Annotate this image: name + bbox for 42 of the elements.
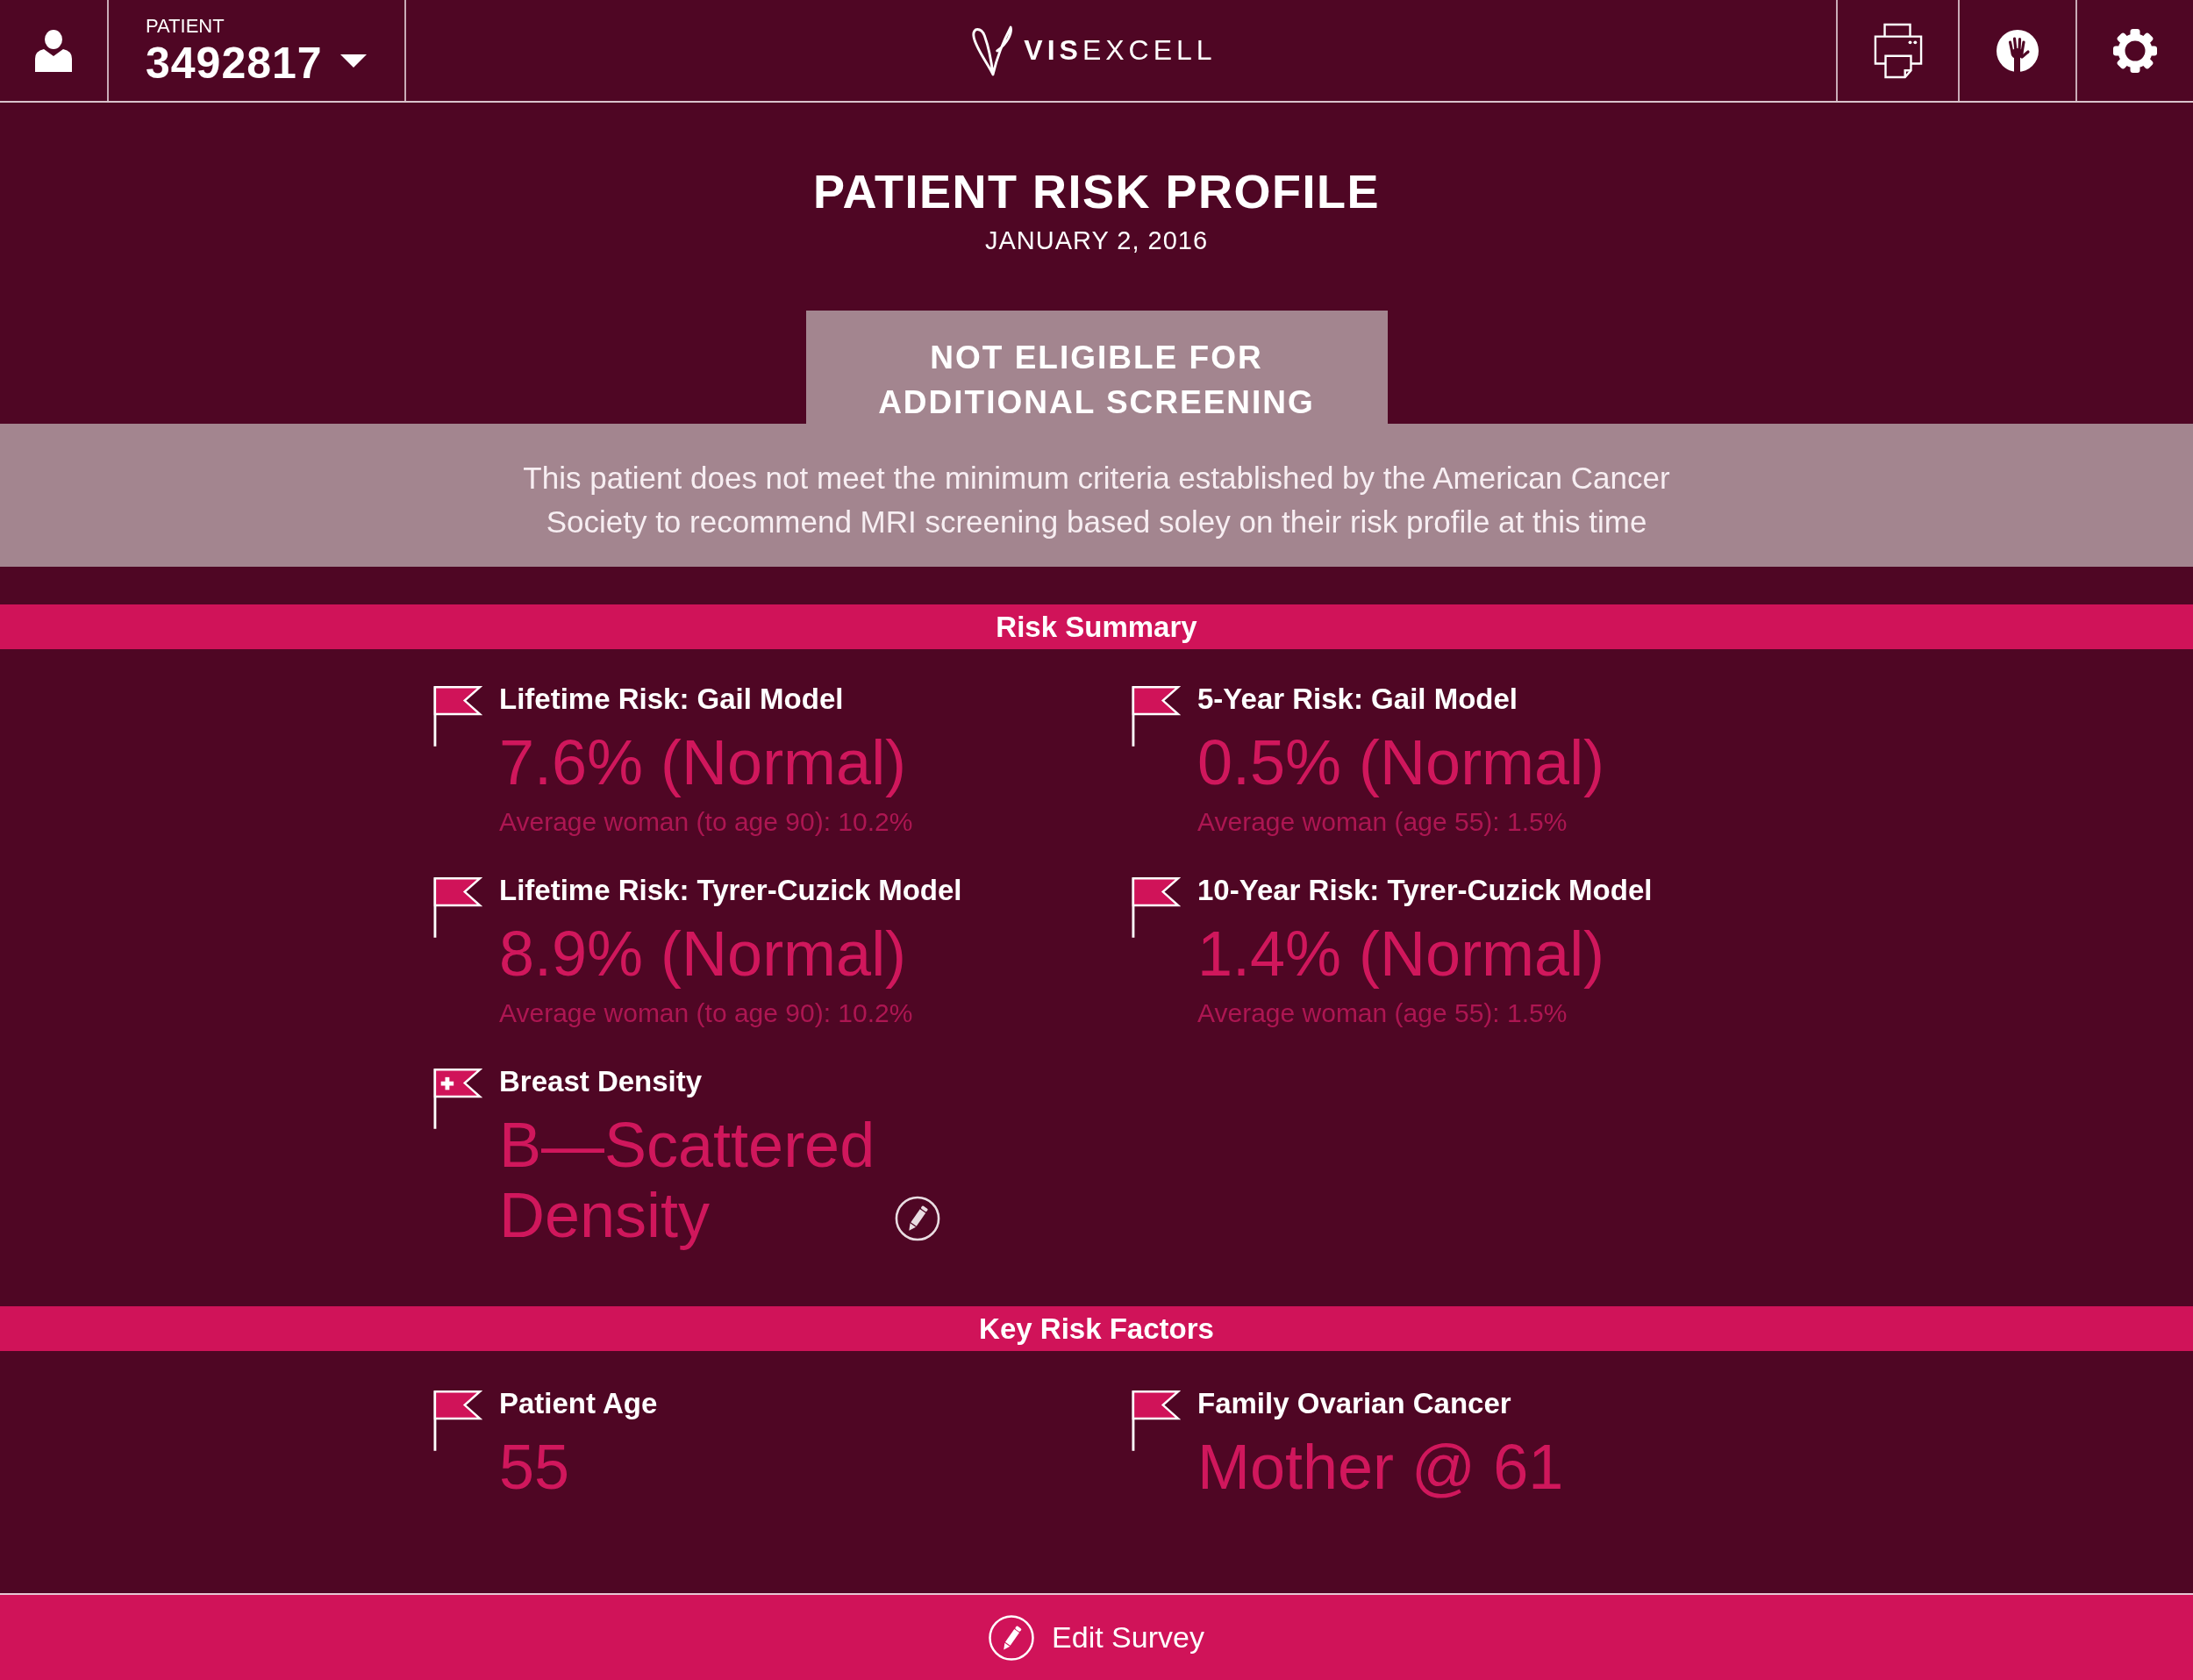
flag-icon xyxy=(1132,685,1181,747)
flag-icon xyxy=(1132,1390,1181,1451)
risk-value: Mother @ 61 xyxy=(1197,1432,1564,1502)
risk-value: 8.9% (Normal) xyxy=(499,919,907,989)
flag-icon xyxy=(1132,876,1181,938)
logo-wordmark: VISEXCELL xyxy=(1024,34,1217,67)
patient-selector[interactable]: PATIENT 3492817 xyxy=(109,0,406,101)
report-date: JANUARY 2, 2016 xyxy=(983,225,1210,256)
risk-label: 10-Year Risk: Tyrer-Cuzick Model xyxy=(1197,873,1654,908)
v-logo-icon xyxy=(971,24,1014,77)
raised-hand-icon xyxy=(1996,28,2039,73)
risk-value: 7.6% (Normal) xyxy=(499,727,907,797)
eligibility-status: NOT ELIGIBLE FOR ADDITIONAL SCREENING xyxy=(805,311,1388,424)
section-heading: Risk Summary xyxy=(0,604,2193,649)
section-heading: Key Risk Factors xyxy=(0,1306,2193,1351)
settings-icon xyxy=(2112,27,2158,74)
risk-label: Lifetime Risk: Gail Model xyxy=(499,682,845,717)
risk-label: Lifetime Risk: Tyrer-Cuzick Model xyxy=(499,873,963,908)
risk-label: Breast Density xyxy=(499,1064,704,1099)
eligibility-message: This patient does not meet the minimum criteria established by the American Cancer Society to recommend MRI screening based soley on their risk profile at this time xyxy=(522,460,1671,540)
average-note: Average woman (to age 90): 10.2% xyxy=(499,806,914,838)
person-icon xyxy=(35,29,72,72)
edit-survey-button[interactable]: Edit Survey xyxy=(989,1614,1204,1661)
risk-value: 1.4% (Normal) xyxy=(1197,919,1605,989)
edit-icon[interactable] xyxy=(895,1196,940,1241)
flag-icon xyxy=(433,1390,482,1451)
average-note: Average woman (age 55): 1.5% xyxy=(1197,806,1568,838)
risk-label: Patient Age xyxy=(499,1386,659,1421)
risk-label: Family Ovarian Cancer xyxy=(1197,1386,1512,1421)
risk-label: 5-Year Risk: Gail Model xyxy=(1197,682,1518,717)
caret-icon xyxy=(339,54,367,68)
flag-icon xyxy=(433,685,482,747)
average-note: Average woman (to age 90): 10.2% xyxy=(499,997,914,1029)
risk-value: 0.5% (Normal) xyxy=(1197,727,1605,797)
average-note: Average woman (age 55): 1.5% xyxy=(1197,997,1568,1029)
edit-icon xyxy=(989,1614,1035,1661)
flag-icon xyxy=(433,876,482,938)
medical-flag-icon xyxy=(433,1068,482,1129)
risk-value: B—Scattered Density xyxy=(499,1110,876,1250)
risk-value: 55 xyxy=(499,1432,570,1502)
page-title: PATIENT RISK PROFILE xyxy=(812,164,1381,219)
printer-icon xyxy=(1873,22,1923,79)
